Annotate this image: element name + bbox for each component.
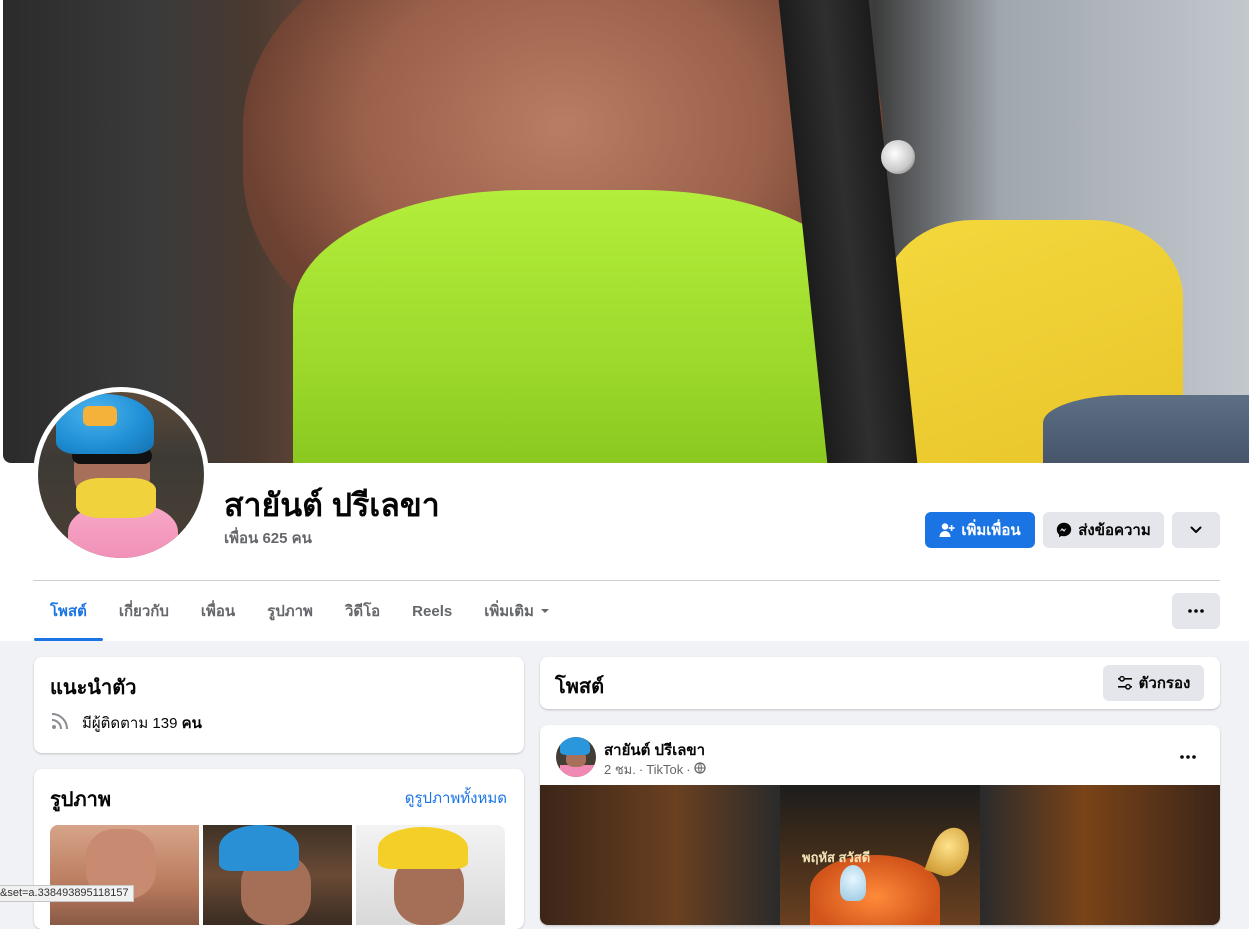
followers-count: 139 [152, 715, 178, 732]
photo-thumbnail[interactable] [50, 825, 199, 925]
rss-icon [50, 711, 70, 735]
globe-icon [693, 762, 706, 777]
tab-videos[interactable]: วิดีโอ [329, 581, 396, 641]
tab-photos[interactable]: รูปภาพ [251, 581, 329, 641]
tab-reels[interactable]: Reels [396, 581, 468, 641]
followers-text: มีผู้ติดตาม 139 คน [82, 715, 202, 732]
intro-card: แนะนำตัว มีผู้ติดตาม 139 คน [34, 657, 524, 753]
profile-name: สายันต์ ปรีเลขา [224, 487, 440, 523]
photo-thumbnail[interactable] [356, 825, 505, 925]
post-options-button[interactable] [1170, 743, 1206, 767]
photo-thumbnail[interactable] [203, 825, 352, 925]
see-all-photos-link[interactable]: ดูรูปภาพทั้งหมด [405, 786, 507, 810]
post-time[interactable]: 2 ชม. [604, 759, 636, 780]
friends-count[interactable]: เพื่อน 625 คน [224, 529, 312, 549]
add-friend-button[interactable]: เพิ่มเพื่อน [925, 512, 1035, 548]
more-horizontal-icon [1188, 609, 1204, 613]
cover-photo[interactable] [3, 0, 1249, 463]
followers-row: มีผู้ติดตาม 139 คน [50, 711, 202, 735]
more-profile-actions-button[interactable] [1172, 512, 1220, 548]
profile-tabs: โพสต์ เกี่ยวกับ เพื่อน รูปภาพ วิดีโอ Ree… [34, 581, 566, 641]
tab-posts[interactable]: โพสต์ [34, 581, 103, 641]
profile-picture[interactable] [33, 387, 209, 563]
tab-friends[interactable]: เพื่อน [185, 581, 251, 641]
filter-label: ตัวกรอง [1138, 675, 1191, 692]
intro-title: แนะนำตัว [50, 677, 137, 699]
posts-title: โพสต์ [555, 676, 605, 698]
send-message-button[interactable]: ส่งข้อความ [1043, 512, 1164, 548]
tabs-more-options-button[interactable] [1172, 593, 1220, 629]
post-media[interactable]: พฤหัส สวัสดี [540, 785, 1220, 925]
post-source: TikTok [646, 762, 684, 777]
messenger-icon [1056, 522, 1072, 538]
post-meta: 2 ชม. · TikTok · [604, 759, 706, 780]
tab-more[interactable]: เพิ่มเติม [468, 581, 566, 641]
post-author-avatar[interactable] [556, 737, 596, 777]
photos-title: รูปภาพ [50, 789, 112, 811]
photos-card: รูปภาพ ดูรูปภาพทั้งหมด [34, 769, 524, 929]
photo-grid [50, 825, 505, 925]
filter-button[interactable]: ตัวกรอง [1103, 665, 1204, 701]
more-horizontal-icon [1180, 746, 1196, 764]
send-message-label: ส่งข้อความ [1078, 522, 1151, 539]
sliders-icon [1117, 675, 1133, 691]
chevron-down-icon [1189, 523, 1203, 537]
add-friend-label: เพิ่มเพื่อน [961, 522, 1021, 539]
caret-down-icon [540, 603, 550, 620]
tab-about[interactable]: เกี่ยวกับ [103, 581, 185, 641]
post-card: สายันต์ ปรีเลขา 2 ชม. · TikTok · พฤหัส ส… [540, 725, 1220, 925]
person-plus-icon [939, 522, 956, 538]
post-media-caption: พฤหัส สวัสดี [802, 850, 871, 865]
status-bar-url: &set=a.338493895118157 [0, 885, 134, 902]
